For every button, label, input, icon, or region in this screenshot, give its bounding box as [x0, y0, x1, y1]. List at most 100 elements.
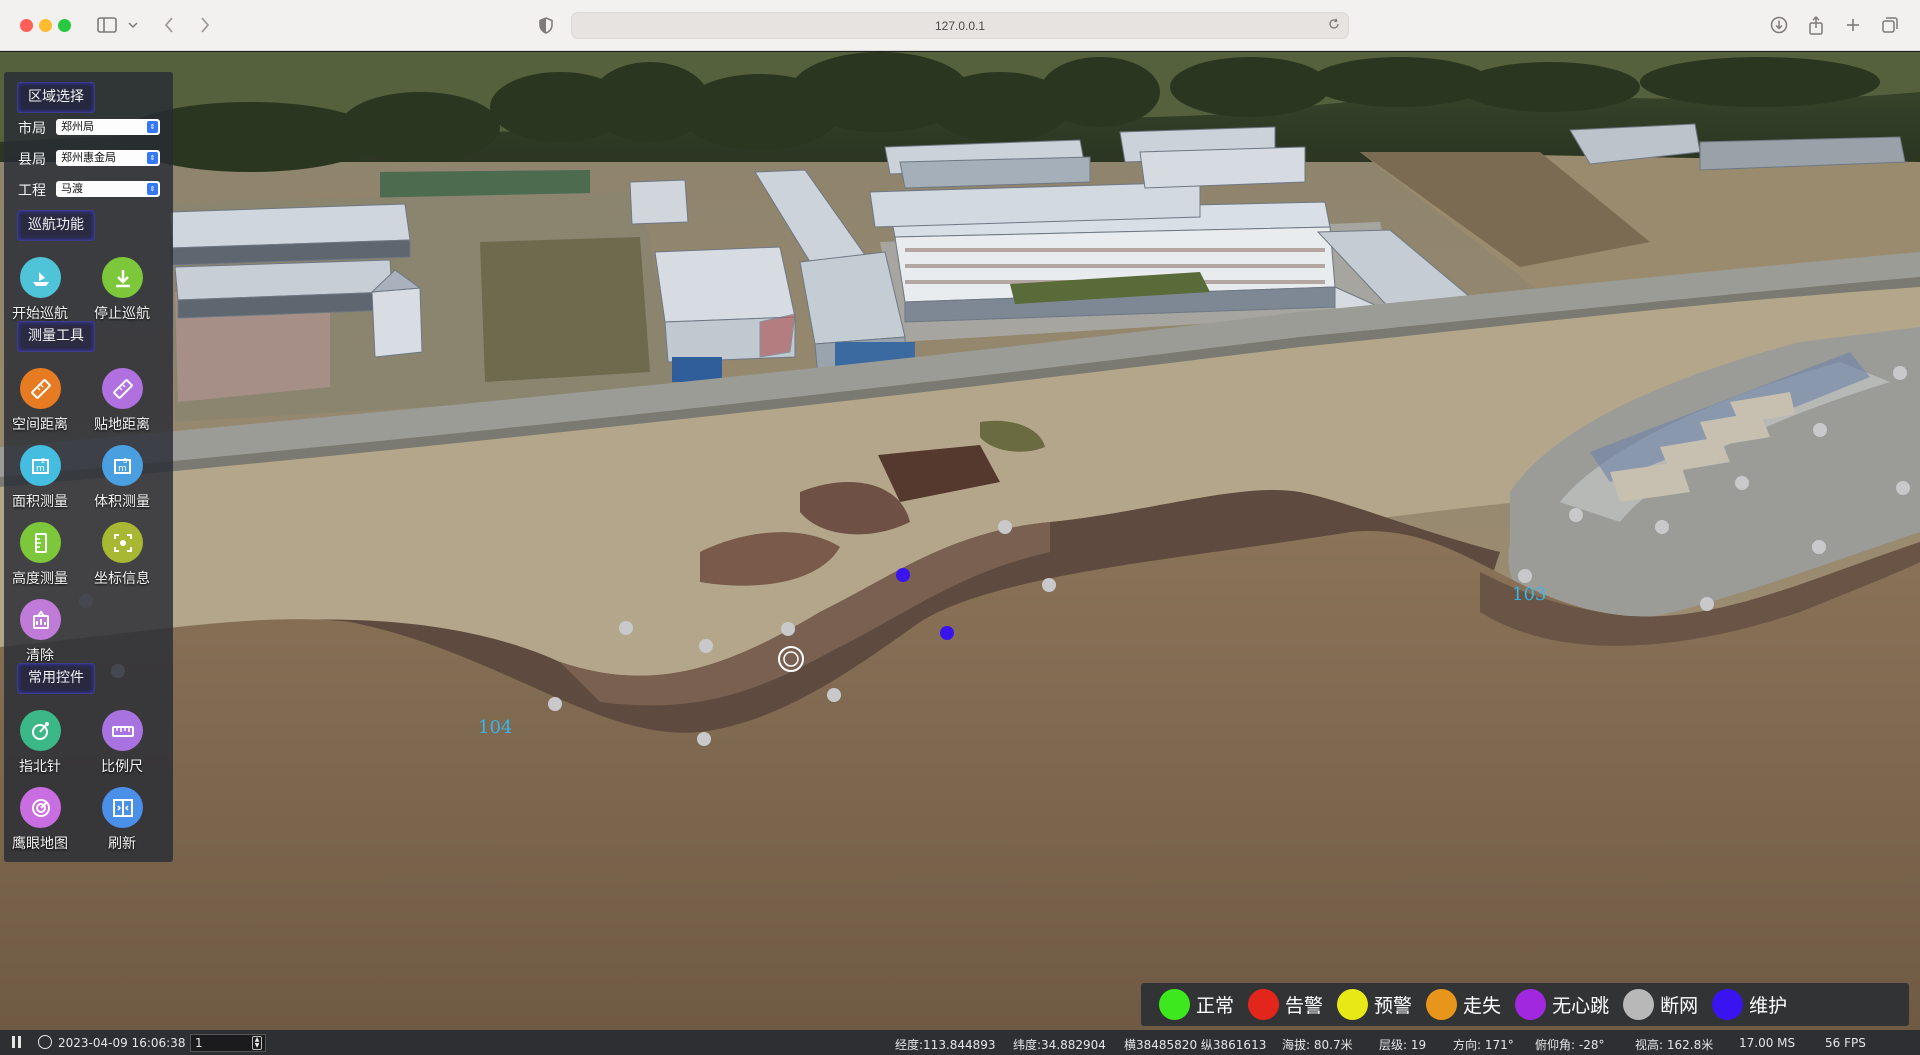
- coordinate-icon: [102, 522, 143, 563]
- pitch-readout: 俯仰角: -28°: [1535, 1038, 1605, 1052]
- monitor-point-offline: [619, 621, 633, 635]
- sidebar-toggle-icon[interactable]: [96, 14, 118, 36]
- legend-label: 走失: [1463, 995, 1502, 1017]
- heading-readout: 方向: 171°: [1453, 1038, 1514, 1052]
- close-window-button[interactable]: [20, 19, 33, 32]
- project-select[interactable]: 马渡 ⇕: [56, 181, 160, 197]
- stepper-icon[interactable]: ▲ ▼: [252, 1036, 262, 1050]
- measure-tools-title: 测量工具: [17, 321, 95, 352]
- legend-item-offline: 断网: [1623, 989, 1698, 1020]
- latitude-readout: 纬度:34.882904: [1013, 1038, 1106, 1052]
- minimize-window-button[interactable]: [39, 19, 52, 32]
- section-label-103: 103: [1512, 584, 1547, 605]
- monitor-point-maintenance: [940, 626, 954, 640]
- monitoring-points-layer: [79, 366, 1910, 746]
- chevron-up-down-icon: ⇕: [147, 183, 158, 195]
- compass-icon: [20, 710, 61, 751]
- monitor-point-offline: [1896, 481, 1910, 495]
- monitor-point-offline: [1518, 569, 1532, 583]
- height-measure-label: 高度测量: [12, 571, 68, 587]
- playback-speed-input[interactable]: 1 ▲ ▼: [190, 1034, 266, 1052]
- privacy-shield-icon[interactable]: [537, 14, 555, 36]
- downloads-icon[interactable]: [1769, 14, 1789, 36]
- crosshair-cursor-icon: [778, 646, 804, 672]
- forward-icon[interactable]: [196, 14, 214, 36]
- grid-coordinate-readout: 横38485820 纵3861613: [1124, 1038, 1267, 1052]
- legend-item-maintenance: 维护: [1712, 989, 1787, 1020]
- 3d-map-viewport[interactable]: 104 103: [0, 52, 1920, 1030]
- refresh-button[interactable]: 刷新: [86, 787, 158, 859]
- clear-button[interactable]: 清除: [4, 599, 76, 671]
- section-label-104: 104: [478, 717, 513, 738]
- county-bureau-select[interactable]: 郑州惠金局 ⇕: [56, 150, 160, 166]
- monitor-point-offline: [699, 639, 713, 653]
- pause-icon[interactable]: [12, 1036, 22, 1048]
- stop-cruise-icon: [102, 257, 143, 298]
- legend-label: 正常: [1196, 995, 1235, 1017]
- project-value: 马渡: [61, 182, 83, 195]
- space-distance-button[interactable]: 空间距离: [4, 368, 76, 440]
- chevron-down-icon[interactable]: [126, 14, 140, 36]
- scale-bar-button[interactable]: 比例尺: [86, 710, 158, 782]
- monitor-point-offline: [1042, 578, 1056, 592]
- region-select-title: 区域选择: [17, 82, 95, 113]
- monitor-point-offline: [1813, 423, 1827, 437]
- compass-label: 指北针: [19, 759, 61, 775]
- start-cruise-icon: [20, 257, 61, 298]
- volume-measure-button[interactable]: 3m 体积测量: [86, 445, 158, 517]
- project-label: 工程: [18, 183, 46, 199]
- tool-panel: 区域选择 市局 郑州局 ⇕ 县局 郑州惠金局 ⇕ 工程 马渡 ⇕ 巡航功能 开始…: [4, 72, 173, 862]
- zoom-level-readout: 层级: 19: [1379, 1038, 1427, 1052]
- clear-icon: [20, 599, 61, 640]
- legend-dot: [1248, 989, 1280, 1020]
- legend-label: 预警: [1374, 995, 1413, 1017]
- ground-distance-button[interactable]: 贴地距离: [86, 368, 158, 440]
- legend-item-alarm: 告警: [1248, 989, 1323, 1020]
- monitor-point-offline: [548, 697, 562, 711]
- scale-bar-label: 比例尺: [101, 759, 143, 775]
- eagle-eye-map-button[interactable]: 鹰眼地图: [4, 787, 76, 859]
- legend-item-no-heartbeat: 无心跳: [1515, 989, 1609, 1020]
- legend-dot: [1426, 989, 1458, 1020]
- monitor-point-offline: [1569, 508, 1583, 522]
- status-bar: 2023-04-09 16:06:38 1 ▲ ▼ 经度:113.844893 纬…: [0, 1030, 1920, 1055]
- eagle-eye-icon: [20, 787, 61, 828]
- legend-dot: [1623, 989, 1655, 1020]
- altitude-readout: 海拔: 80.7米: [1282, 1038, 1353, 1052]
- scene-datetime: 2023-04-09 16:06:38: [58, 1036, 186, 1050]
- frame-time-readout: 17.00 MS: [1739, 1036, 1796, 1050]
- url-text: 127.0.0.1: [934, 19, 986, 33]
- county-bureau-label: 县局: [18, 152, 46, 168]
- reload-icon[interactable]: [1328, 18, 1340, 33]
- volume-icon: 3m: [102, 445, 143, 486]
- area-measure-button[interactable]: 2m 面积测量: [4, 445, 76, 517]
- monitor-point-offline: [827, 688, 841, 702]
- height-measure-button[interactable]: 高度测量: [4, 522, 76, 594]
- stop-cruise-button[interactable]: 停止巡航: [86, 257, 158, 329]
- ground-distance-label: 贴地距离: [94, 417, 150, 433]
- city-bureau-select[interactable]: 郑州局 ⇕: [56, 119, 160, 135]
- monitor-point-offline: [998, 520, 1012, 534]
- back-icon[interactable]: [160, 14, 178, 36]
- start-cruise-button[interactable]: 开始巡航: [4, 257, 76, 329]
- address-bar[interactable]: 127.0.0.1: [571, 12, 1349, 39]
- zoom-window-button[interactable]: [58, 19, 71, 32]
- county-bureau-value: 郑州惠金局: [61, 151, 116, 164]
- legend-dot: [1337, 989, 1369, 1020]
- legend-item-lost: 走失: [1426, 989, 1501, 1020]
- longitude-readout: 经度:113.844893: [895, 1038, 996, 1052]
- legend-label: 断网: [1660, 995, 1699, 1017]
- coordinate-info-button[interactable]: 坐标信息: [86, 522, 158, 594]
- new-tab-icon[interactable]: [1843, 14, 1863, 36]
- scale-bar-icon: [102, 710, 143, 751]
- monitor-point-offline: [1893, 366, 1907, 380]
- area-icon: 2m: [20, 445, 61, 486]
- legend-label: 告警: [1285, 995, 1324, 1017]
- start-cruise-label: 开始巡航: [12, 306, 68, 322]
- compass-button[interactable]: 指北针: [4, 710, 76, 782]
- share-icon[interactable]: [1806, 14, 1826, 36]
- tab-overview-icon[interactable]: [1880, 14, 1900, 36]
- city-bureau-value: 郑州局: [61, 120, 94, 133]
- monitor-point-offline: [781, 622, 795, 636]
- legend-dot: [1712, 989, 1744, 1020]
